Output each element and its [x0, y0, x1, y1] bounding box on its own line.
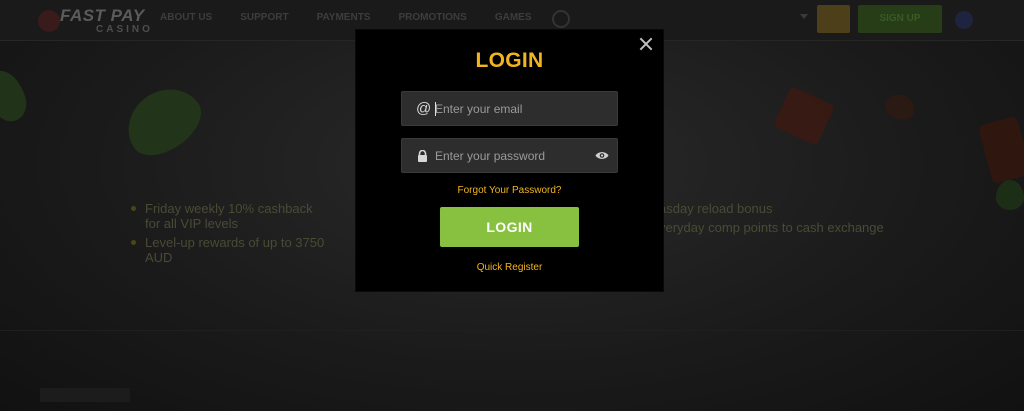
nav-item-promotions[interactable]: PROMOTIONS — [398, 12, 466, 23]
page: FAST PAY CASINO ABOUT US SUPPORT PAYMENT… — [0, 0, 1024, 411]
benefit-item: Friday weekly 10% cashback for all VIP l… — [131, 201, 331, 231]
benefit-item: asday reload bonus — [659, 201, 773, 216]
santa-hat-icon — [38, 10, 60, 32]
nav-item-about[interactable]: ABOUT US — [160, 12, 212, 23]
language-flag-icon[interactable] — [955, 11, 973, 29]
quick-register-link[interactable]: Quick Register — [356, 262, 663, 273]
casino-logo[interactable]: FAST PAY CASINO — [38, 4, 150, 36]
footer-logo — [40, 388, 130, 402]
decorative-leaf — [996, 180, 1024, 210]
logo-text-bottom: CASINO — [96, 24, 153, 35]
signup-button[interactable]: SIGN UP — [858, 5, 942, 33]
benefit-item: Level-up rewards of up to 3750 AUD — [131, 235, 331, 265]
logo-text-top: FAST PAY — [60, 6, 145, 25]
login-modal: LOGIN @ Forgot Your Password? LOGIN Quic… — [356, 30, 663, 291]
decorative-leaf — [0, 65, 32, 127]
nav-item-games[interactable]: GAMES — [495, 12, 532, 23]
benefits-list-right: asday reload bonus veryday comp points t… — [645, 201, 905, 239]
eye-icon[interactable] — [595, 150, 609, 161]
main-nav: ABOUT US SUPPORT PAYMENTS PROMOTIONS GAM… — [160, 12, 560, 23]
header-login-button[interactable] — [817, 5, 850, 33]
password-input[interactable] — [435, 139, 595, 172]
modal-title: LOGIN — [475, 49, 544, 72]
nav-item-payments[interactable]: PAYMENTS — [317, 12, 371, 23]
decorative-leaf — [114, 74, 212, 168]
benefits-list-left: Friday weekly 10% cashback for all VIP l… — [131, 201, 331, 269]
at-sign-icon: @ — [416, 100, 432, 117]
nav-item-support[interactable]: SUPPORT — [240, 12, 288, 23]
decorative-meat — [977, 115, 1024, 185]
lock-icon — [418, 150, 427, 162]
section-divider — [0, 330, 1024, 331]
password-field[interactable] — [401, 138, 618, 173]
search-icon[interactable] — [552, 10, 570, 28]
email-input[interactable] — [435, 92, 595, 125]
login-button[interactable]: LOGIN — [440, 207, 579, 247]
benefit-item: veryday comp points to cash exchange — [659, 220, 884, 235]
chevron-down-icon[interactable] — [800, 14, 808, 19]
decorative-leaf — [881, 90, 919, 124]
email-field[interactable]: @ — [401, 91, 618, 126]
decorative-meat — [772, 85, 836, 147]
forgot-password-link[interactable]: Forgot Your Password? — [356, 185, 663, 196]
